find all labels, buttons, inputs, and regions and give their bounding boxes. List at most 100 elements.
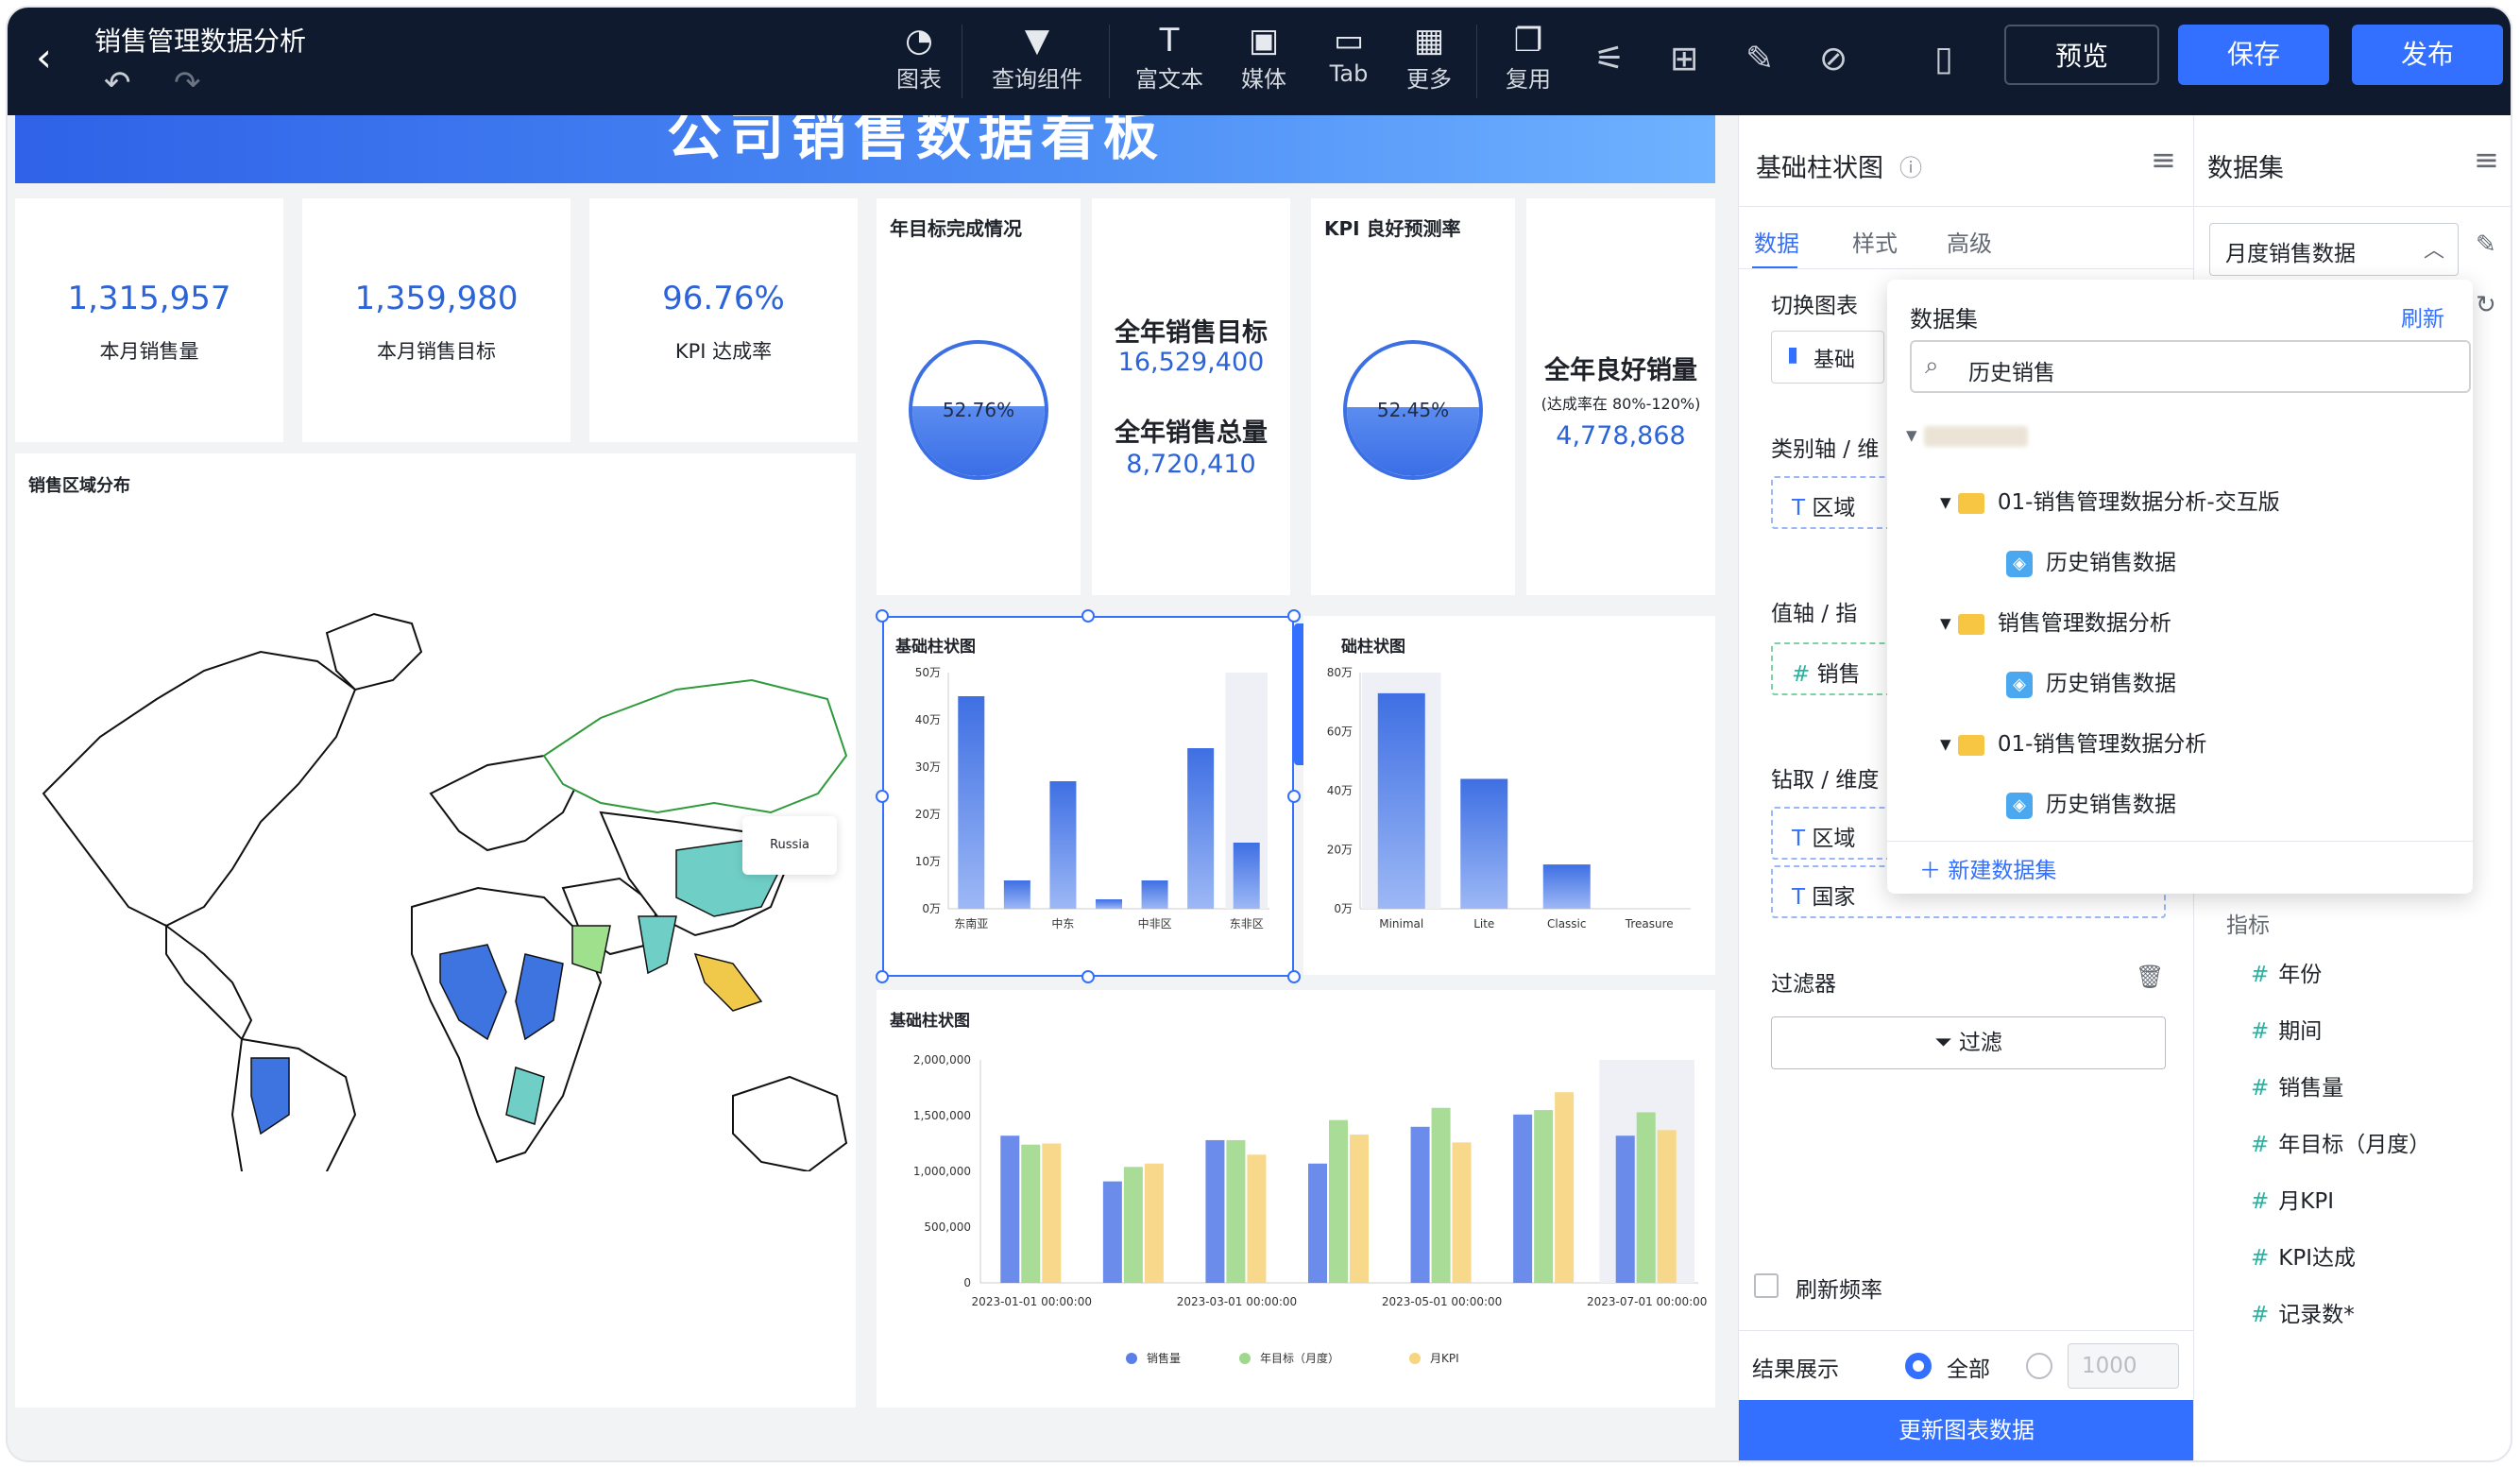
field-item[interactable]: # 年目标（月度） [2251, 1126, 2430, 1158]
field-item[interactable]: # 年份 [2251, 956, 2322, 988]
tool-reuse[interactable]: ❐ 复用 [1490, 21, 1566, 94]
resize-handle[interactable] [1081, 970, 1095, 983]
filter-button[interactable]: ⏷ 过滤 [1771, 1016, 2166, 1069]
mobile-icon[interactable]: ▯ [1934, 40, 1953, 78]
kpi-forecast-card[interactable]: KPI 良好预测率 52.45% [1311, 198, 1515, 595]
field-item[interactable]: # 期间 [2251, 1013, 2322, 1045]
kpi-good-stats[interactable]: 全年良好销量 (达成率在 80%-120%) 4,778,868 [1526, 198, 1715, 595]
bar-chart-monthly[interactable]: 基础柱状图 0 500,000 1,000,000 1,500,000 2,000,00… [877, 990, 1715, 1408]
tree-dataset[interactable]: ◈ 历史销售数据 [2006, 665, 2176, 698]
preview-button[interactable]: 预览 [2004, 25, 2159, 85]
y-tick-label: 1,500,000 [913, 1109, 971, 1122]
refresh-icon[interactable]: ↻ [2476, 291, 2496, 319]
tree-dataset[interactable]: ◈ 历史销售数据 [2006, 544, 2176, 577]
bar [1226, 1139, 1246, 1283]
bar-chart-3[interactable]: 0 500,000 1,000,000 1,500,000 2,000,000 2023-… [877, 1028, 1715, 1406]
tool-query[interactable]: ▼ 查询组件 [980, 21, 1094, 94]
resize-handle[interactable] [1287, 970, 1301, 983]
info-icon[interactable]: ⓘ [1899, 149, 1922, 182]
map-region-central-america [165, 924, 253, 1041]
tool-chart[interactable]: ◔ 图表 [877, 21, 962, 94]
sliders-icon[interactable]: ⚟ [1594, 40, 1625, 78]
publish-button[interactable]: 发布 [2352, 25, 2503, 85]
resize-handle[interactable] [1287, 790, 1301, 803]
tool-more[interactable]: ▦ 更多 [1391, 21, 1467, 94]
tab-data[interactable]: 数据 [1754, 225, 1799, 258]
year-target-card[interactable]: 年目标完成情况 52.76% [877, 198, 1081, 595]
resize-handle[interactable] [1081, 609, 1095, 623]
field-item[interactable]: # KPI达成 [2251, 1239, 2356, 1272]
y-tick-label: 2,000,000 [913, 1053, 971, 1067]
year-target-stats[interactable]: 全年销售目标 16,529,400 全年销售总量 8,720,410 [1092, 198, 1290, 595]
kpi-card[interactable]: 96.76% KPI 达成率 [589, 198, 858, 442]
map-card[interactable]: 销售区域分布 Russia [15, 453, 856, 1408]
bar-chart-2[interactable]: 0万 20万 40万 60万 80万 Minimal Lite Classic Treasure [1303, 654, 1715, 965]
back-icon[interactable]: ‹ [36, 34, 52, 80]
field-item[interactable]: # 月KPI [2251, 1183, 2334, 1215]
selection-frame[interactable] [882, 616, 1294, 977]
tree-folder[interactable]: ▾ 01-销售管理数据分析-交互版 [1940, 484, 2280, 516]
undo-icon[interactable]: ↶ [104, 64, 131, 102]
field-item[interactable]: # 销售量 [2251, 1069, 2343, 1101]
radio-limit[interactable] [2026, 1353, 2052, 1379]
kpi-card[interactable]: 1,359,980 本月销售目标 [302, 198, 570, 442]
resize-handle[interactable] [876, 609, 889, 623]
bar [1021, 1144, 1041, 1283]
bar [1431, 1107, 1451, 1283]
tool-label: 富文本 [1135, 66, 1203, 93]
tree-dataset[interactable]: ◈ 历史销售数据 [2006, 786, 2176, 819]
menu-icon[interactable]: ≡ [2151, 142, 2176, 178]
dataset-search[interactable]: ⌕ 历史销售 [1910, 340, 2471, 393]
tab-style[interactable]: 样式 [1852, 225, 1898, 258]
bar [1452, 1142, 1472, 1283]
kpi-value: 1,359,980 [354, 280, 519, 317]
limit-input[interactable]: 1000 [2068, 1343, 2179, 1389]
filter-button-label: 过滤 [1958, 1031, 2002, 1055]
y-tick-label: 0万 [1334, 902, 1353, 915]
tree-folder[interactable]: ▾ 销售管理数据分析 [1940, 605, 2171, 637]
radio-all[interactable] [1905, 1353, 1932, 1379]
dataset-select[interactable]: 月度销售数据 ︿ [2209, 223, 2459, 276]
chart-type-select[interactable]: ▮ 基础 [1771, 331, 1884, 384]
palette-icon[interactable]: ✎ [1745, 40, 1774, 78]
legend-marker [1409, 1353, 1421, 1364]
bar-chart-product[interactable]: 础柱状图 0万 20万 40万 60万 80万 Minimal Lite Classic Tre… [1303, 616, 1715, 975]
eye-off-icon[interactable]: ⊘ [1819, 40, 1847, 78]
legend-marker [1126, 1353, 1137, 1364]
map-region-north-america [42, 650, 357, 928]
new-dataset-link[interactable]: ＋ 新建数据集 [1919, 852, 2056, 884]
tree-root[interactable]: ▾ [1906, 423, 2028, 448]
refresh-link[interactable]: 刷新 [2401, 300, 2444, 333]
resize-handle[interactable] [876, 790, 889, 803]
edit-icon[interactable]: ✎ [2476, 230, 2496, 259]
radio-all-label: 全部 [1947, 1357, 1990, 1382]
pie-chart-icon: ◔ [905, 22, 933, 60]
update-chart-button[interactable]: 更新图表数据 [1739, 1400, 2194, 1460]
save-button[interactable]: 保存 [2178, 25, 2329, 85]
refresh-freq-label: 刷新频率 [1796, 1278, 1882, 1303]
world-map[interactable] [15, 510, 856, 1171]
tool-label: 查询组件 [992, 66, 1082, 93]
kpi-card[interactable]: 1,315,957 本月销售量 [15, 198, 283, 442]
copy-icon: ❐ [1513, 22, 1543, 60]
tree-folder[interactable]: ▾ 01-销售管理数据分析 [1940, 725, 2206, 758]
tool-media[interactable]: ▣ 媒体 [1226, 21, 1302, 94]
bar [1410, 1126, 1430, 1283]
refresh-checkbox[interactable] [1754, 1273, 1779, 1298]
chart-type-label: 基础 [1813, 349, 1856, 372]
field-item[interactable]: # 记录数* [2251, 1296, 2355, 1328]
tool-richtext[interactable]: T 富文本 [1122, 21, 1217, 94]
search-input[interactable]: 历史销售 [1968, 354, 2055, 386]
switch-chart-label: 切换图表 [1771, 294, 1858, 318]
map-region-southeast-asia [693, 952, 763, 1012]
kpi-value: 96.76% [662, 280, 785, 317]
resize-handle[interactable] [876, 970, 889, 983]
x-tick-label: Classic [1547, 917, 1587, 930]
resize-handle[interactable] [1287, 609, 1301, 623]
menu-icon[interactable]: ≡ [2474, 142, 2499, 178]
trash-icon[interactable]: 🗑 [2136, 964, 2164, 990]
redo-icon[interactable]: ↷ [174, 64, 201, 102]
tab-advanced[interactable]: 高级 [1947, 225, 1992, 258]
tool-tab[interactable]: ▭ Tab [1311, 21, 1387, 87]
layout-icon[interactable]: ⊞ [1670, 40, 1698, 78]
